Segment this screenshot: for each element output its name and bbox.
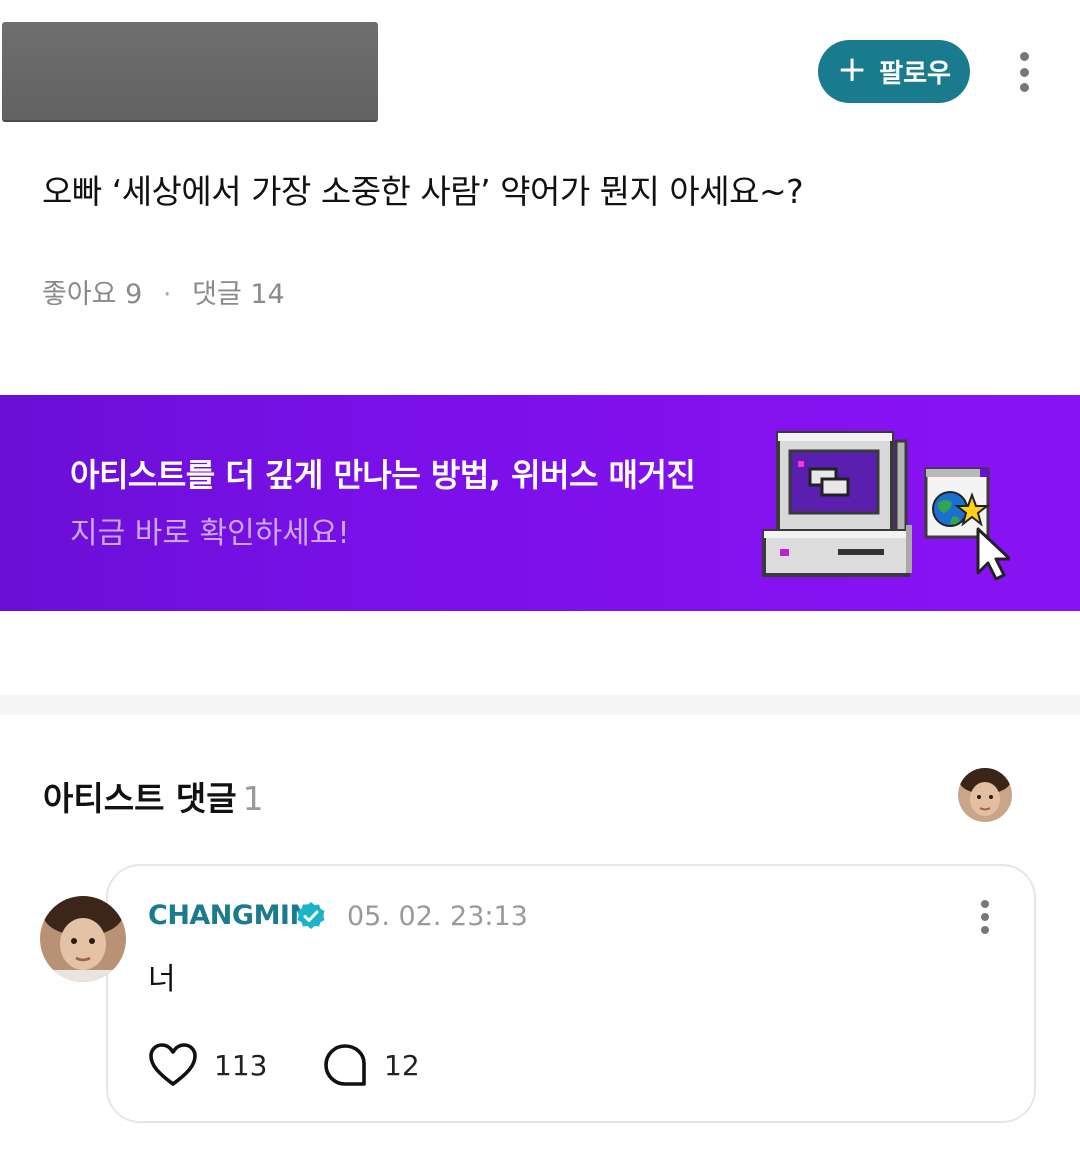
comment-more-options-icon[interactable] (980, 900, 989, 934)
likes-label: 좋아요 (42, 279, 117, 310)
comment-bubble-icon (324, 1044, 366, 1086)
reply-button[interactable]: 12 (322, 1042, 420, 1088)
verified-badge-icon (297, 902, 325, 929)
artist-comments-count: 1 (242, 779, 264, 818)
plus-icon: + (837, 49, 868, 90)
magazine-banner[interactable]: 아티스트를 더 깊게 만나는 방법, 위버스 매거진 지금 바로 확인하세요! (0, 395, 1080, 611)
comment-text: 너 (148, 962, 176, 997)
comments-label: 댓글 (192, 279, 242, 310)
comment-author-name[interactable]: CHANGMIN (148, 900, 312, 931)
like-button[interactable]: 113 (148, 1042, 267, 1088)
stats-separator: · (162, 279, 172, 310)
heart-icon (149, 1043, 197, 1086)
like-count: 113 (214, 1048, 268, 1082)
follow-label: 팔로우 (879, 59, 951, 89)
more-options-icon[interactable] (1020, 52, 1029, 92)
banner-subtitle: 지금 바로 확인하세요! (70, 516, 350, 551)
section-title-text: 아티스트 댓글 (43, 779, 237, 818)
likes-count: 9 (125, 279, 143, 310)
cursor-arrow-icon (976, 527, 1010, 581)
artist-comments-title: 아티스트 댓글 1 (43, 772, 264, 820)
retro-computer-icon (762, 431, 1010, 581)
comment-author-avatar[interactable] (40, 896, 126, 982)
banner-title: 아티스트를 더 깊게 만나는 방법, 위버스 매거진 (70, 456, 696, 494)
post-title: 오빠 ‘세상에서 가장 소중한 사람’ 약어가 뭔지 아세요~? (42, 172, 804, 211)
redacted-profile-area (2, 22, 378, 120)
section-divider (0, 695, 1080, 715)
reply-count: 12 (384, 1048, 420, 1082)
post-stats: 좋아요 9 · 댓글 14 (42, 272, 285, 311)
follow-button[interactable]: + 팔로우 (818, 40, 970, 103)
comments-count: 14 (250, 279, 285, 310)
artist-avatar-small[interactable] (958, 768, 1012, 822)
comment-timestamp: 05. 02. 23:13 (347, 901, 528, 932)
globe-star-icon (924, 467, 990, 539)
